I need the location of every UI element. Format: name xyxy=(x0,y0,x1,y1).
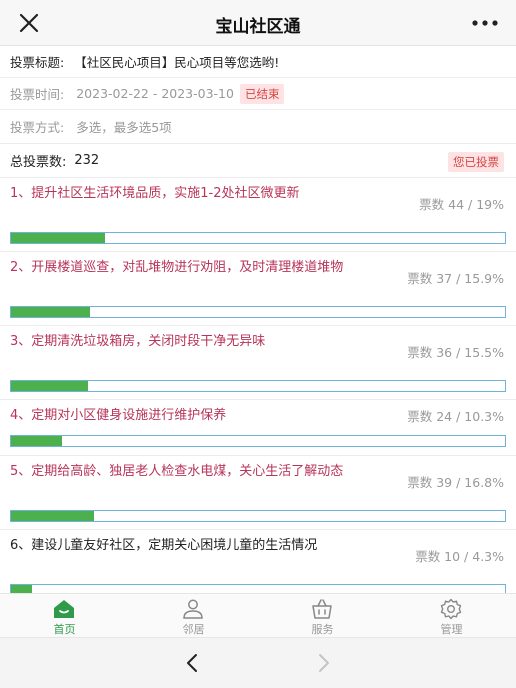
tab-label: 首页 xyxy=(53,623,76,636)
vote-total-label: 总投票数: xyxy=(10,155,67,170)
option-progress-bar xyxy=(10,380,506,392)
browser-nav-bar xyxy=(0,637,516,688)
vote-time-label: 投票时间: xyxy=(10,87,65,102)
option-progress-fill xyxy=(11,381,88,391)
tab-label: 管理 xyxy=(440,623,463,636)
vote-option[interactable]: 3、定期清洗垃圾箱房，关闭时段干净无异味 票数 36 / 15.5% xyxy=(0,326,516,400)
vote-time-row: 投票时间: 2023-02-22 - 2023-03-10 已结束 xyxy=(0,78,516,110)
gear-icon xyxy=(440,598,462,620)
home-icon xyxy=(54,600,74,618)
vote-title-row: 投票标题: 【社区民心项目】民心项目等您选哟! xyxy=(0,46,516,78)
option-count: 票数 44 / 19% xyxy=(419,197,504,212)
option-progress-bar xyxy=(10,232,506,244)
basket-icon xyxy=(312,599,332,619)
tab-manage[interactable]: 管理 xyxy=(387,594,516,638)
option-progress-fill xyxy=(11,436,62,446)
vote-option[interactable]: 5、定期给高龄、独居老人检查水电煤，关心生活了解动态 票数 39 / 16.8% xyxy=(0,456,516,530)
title-bar: 宝山社区通 xyxy=(0,0,516,46)
vote-total-value: 232 xyxy=(74,153,100,168)
option-count: 票数 39 / 16.8% xyxy=(407,475,504,490)
voted-badge: 您已投票 xyxy=(448,152,504,172)
vote-method-row: 投票方式: 多选，最多选5项 xyxy=(0,110,516,144)
option-progress-bar xyxy=(10,435,506,447)
option-text: 6、建设儿童友好社区，定期关心困境儿童的生活情况 xyxy=(10,538,318,553)
vote-time-value: 2023-02-22 - 2023-03-10 xyxy=(76,86,234,101)
option-text: 2、开展楼道巡查，对乱堆物进行劝阻，及时清理楼道堆物 xyxy=(10,260,344,275)
back-arrow-icon[interactable] xyxy=(178,648,208,678)
option-count: 票数 37 / 15.9% xyxy=(407,271,504,286)
more-icon[interactable] xyxy=(468,10,502,36)
option-count: 票数 24 / 10.3% xyxy=(407,409,504,424)
option-text: 1、提升社区生活环境品质，实施1-2处社区微更新 xyxy=(10,186,300,201)
option-progress-fill xyxy=(11,307,90,317)
vote-option[interactable]: 4、定期对小区健身设施进行维护保养 票数 24 / 10.3% xyxy=(0,400,516,456)
vote-method-label: 投票方式: xyxy=(10,120,65,135)
person-icon xyxy=(183,599,203,619)
option-progress-bar xyxy=(10,306,506,318)
bottom-tab-bar: 首页 邻居 服务 管理 xyxy=(0,593,516,637)
tab-services[interactable]: 服务 xyxy=(258,594,387,638)
option-progress-bar xyxy=(10,510,506,522)
page-title: 宝山社区通 xyxy=(215,17,301,37)
option-text: 3、定期清洗垃圾箱房，关闭时段干净无异味 xyxy=(10,334,266,349)
option-progress-fill xyxy=(11,511,94,521)
vote-total-row: 总投票数: 232 您已投票 xyxy=(0,144,516,178)
option-text: 5、定期给高龄、独居老人检查水电煤，关心生活了解动态 xyxy=(10,464,344,479)
tab-neighbors[interactable]: 邻居 xyxy=(129,594,258,638)
vote-option[interactable]: 2、开展楼道巡查，对乱堆物进行劝阻，及时清理楼道堆物 票数 37 / 15.9% xyxy=(0,252,516,326)
option-text: 4、定期对小区健身设施进行维护保养 xyxy=(10,408,227,423)
vote-method-value: 多选，最多选5项 xyxy=(76,120,172,135)
option-count: 票数 36 / 15.5% xyxy=(407,345,504,360)
vote-title-value: 【社区民心项目】民心项目等您选哟! xyxy=(74,55,280,70)
option-count: 票数 10 / 4.3% xyxy=(415,549,504,564)
vote-title-label: 投票标题: xyxy=(10,55,65,70)
tab-home[interactable]: 首页 xyxy=(0,594,129,638)
status-badge: 已结束 xyxy=(239,83,285,104)
tab-label: 服务 xyxy=(311,623,334,636)
option-progress-fill xyxy=(11,233,105,243)
forward-arrow-icon[interactable] xyxy=(308,648,338,678)
vote-option[interactable]: 1、提升社区生活环境品质，实施1-2处社区微更新 票数 44 / 19% xyxy=(0,178,516,252)
tab-label: 邻居 xyxy=(182,623,205,636)
